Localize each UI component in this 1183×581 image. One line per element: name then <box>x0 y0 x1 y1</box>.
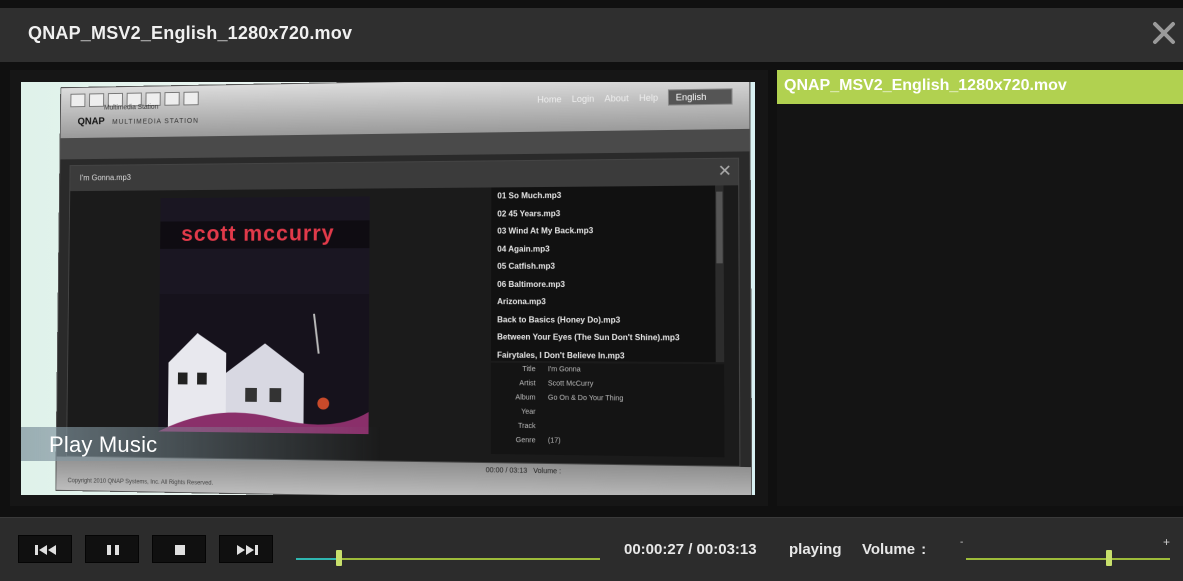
close-button[interactable] <box>1151 20 1177 46</box>
playlist-item[interactable]: QNAP_MSV2_English_1280x720.mov <box>777 70 1183 104</box>
video-dialog-close-icon: ✕ <box>717 162 732 181</box>
video-tracklist-scrollbar <box>715 185 725 363</box>
close-icon <box>1153 22 1175 44</box>
control-bar: 00:00:27 / 00:03:13 playing Volume: - + <box>0 517 1183 581</box>
previous-button[interactable] <box>18 535 72 563</box>
seek-handle[interactable] <box>335 550 342 566</box>
title-bar: QNAP_MSV2_English_1280x720.mov <box>0 8 1183 62</box>
next-button[interactable] <box>219 535 273 563</box>
video-nav: Home Login About Help English <box>537 88 733 107</box>
seek-bar[interactable] <box>296 550 600 566</box>
video-app-copyright: Copyright 2010 QNAP Systems, Inc. All Ri… <box>67 478 214 487</box>
pause-icon <box>107 545 119 555</box>
volume-label: Volume: <box>862 541 927 558</box>
video-caption-text: Play Music <box>49 432 158 457</box>
skip-forward-icon <box>237 545 258 555</box>
volume-slider[interactable] <box>966 550 1170 566</box>
video-caption: Play Music <box>21 427 381 461</box>
media-player: QNAP_MSV2_English_1280x720.mov Multimedi… <box>0 0 1183 581</box>
album-cover: scott mccurry <box>158 196 370 435</box>
video-dialog: I'm Gonna.mp3 ✕ scott mccurry 01 So Much… <box>66 157 741 467</box>
stop-icon <box>175 545 185 555</box>
seek-bar-progress <box>296 558 339 560</box>
video-tracklist: 01 So Much.mp3 02 45 Years.mp3 03 Wind A… <box>490 185 718 363</box>
playlist-item-label: QNAP_MSV2_English_1280x720.mov <box>784 77 1067 94</box>
video-track-meta: Title I'm Gonna Artist Scott McCurry Album… <box>490 362 725 458</box>
video-frame: Multimedia Station QNAP MULTIMEDIA STATIO… <box>21 82 755 495</box>
volume-max-label: + <box>1163 535 1171 549</box>
video-app-name: Multimedia Station <box>103 103 159 112</box>
volume-handle[interactable] <box>1105 550 1112 566</box>
playlist-panel: QNAP_MSV2_English_1280x720.mov <box>777 70 1183 506</box>
album-cover-art <box>158 293 370 435</box>
album-cover-artist: scott mccurry <box>181 220 335 246</box>
stop-button[interactable] <box>152 535 206 563</box>
skip-back-icon <box>35 545 56 555</box>
time-display: 00:00:27 / 00:03:13 <box>624 541 757 558</box>
video-brand: QNAP MULTIMEDIA STATION <box>77 116 199 128</box>
video-area[interactable]: Multimedia Station QNAP MULTIMEDIA STATIO… <box>10 70 768 506</box>
pause-button[interactable] <box>85 535 139 563</box>
volume-min-label: - <box>960 537 964 548</box>
playback-status: playing <box>789 541 842 558</box>
window-title: QNAP_MSV2_English_1280x720.mov <box>28 23 353 43</box>
video-app-time: 00:00 / 03:13 Volume : <box>485 467 562 476</box>
